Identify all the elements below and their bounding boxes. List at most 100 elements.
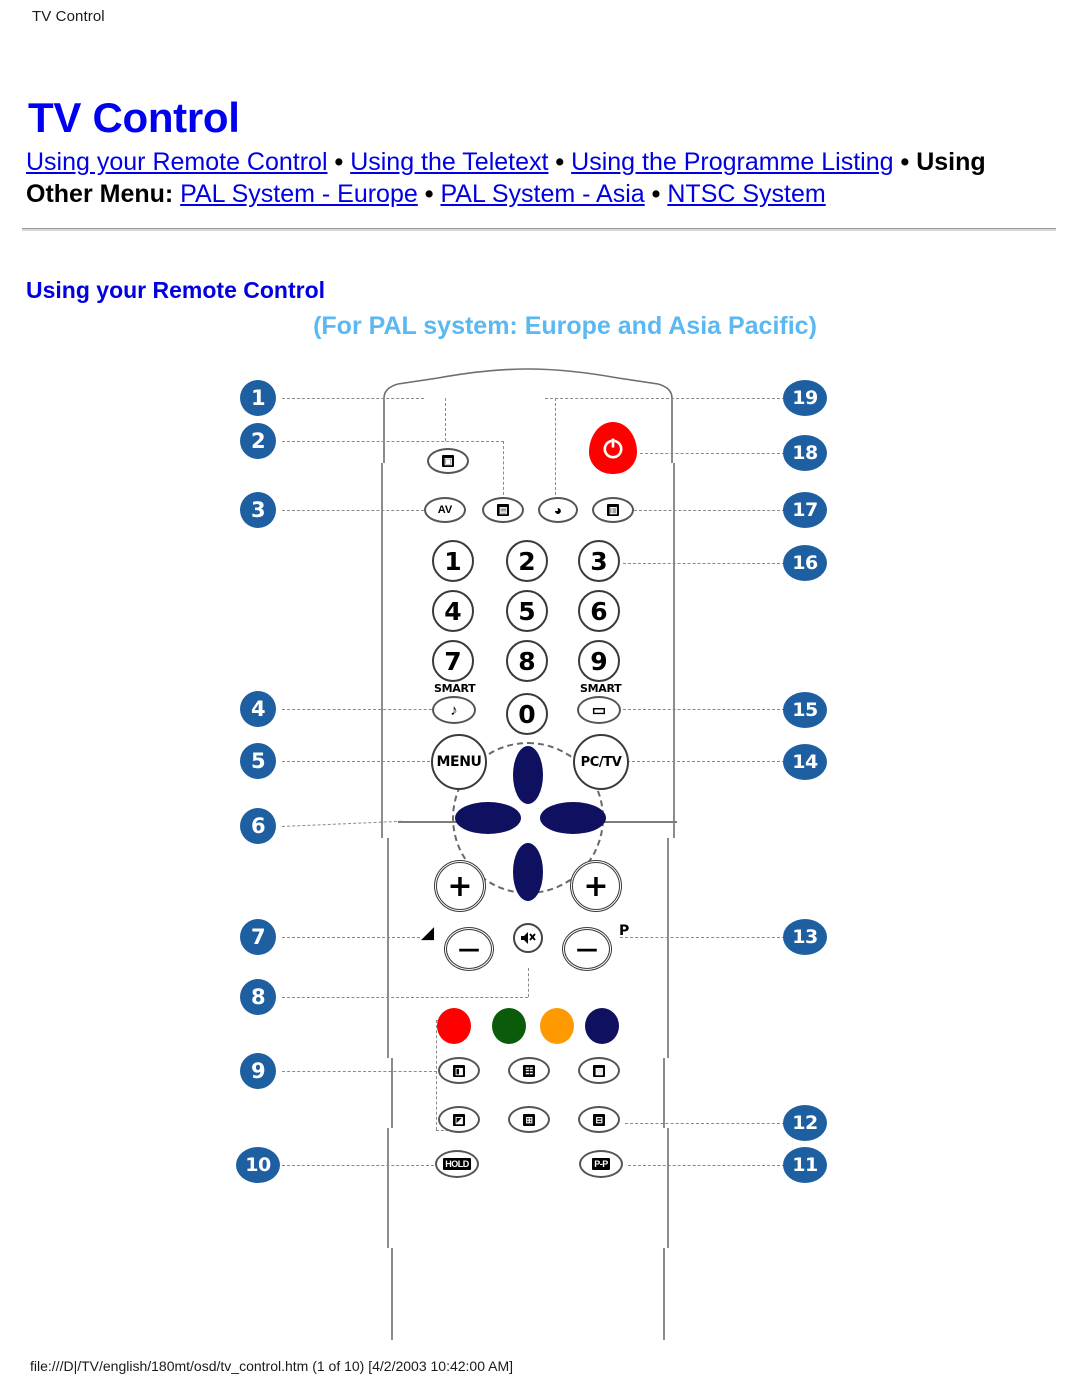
nav-link-teletext-anchor[interactable]: Using the Teletext bbox=[350, 148, 548, 176]
pctv-button[interactable]: PC/TV bbox=[573, 734, 629, 790]
power-button[interactable] bbox=[589, 422, 637, 474]
leader-line-10 bbox=[282, 1165, 434, 1166]
nav-link-remote-control-anchor[interactable]: Using your Remote Control bbox=[26, 148, 328, 176]
nav-separator: • bbox=[900, 148, 910, 176]
callout-badge-6[interactable]: 6 bbox=[240, 808, 276, 844]
av-label: AV bbox=[437, 504, 453, 516]
nav-down-button[interactable] bbox=[508, 843, 548, 906]
callout-badge-2[interactable]: 2 bbox=[240, 423, 276, 459]
callout-badge-14[interactable]: 14 bbox=[783, 744, 827, 780]
mute-button[interactable] bbox=[513, 923, 543, 953]
menu-button[interactable]: MENU bbox=[431, 734, 487, 790]
callout-badge-11[interactable]: 11 bbox=[783, 1147, 827, 1183]
nav-separator: • bbox=[334, 148, 344, 176]
leader-line-13 bbox=[620, 937, 785, 938]
callout-badge-17[interactable]: 17 bbox=[783, 492, 827, 528]
nav-separator: • bbox=[651, 180, 661, 208]
section-heading: Using your Remote Control bbox=[26, 277, 326, 304]
page-header-label: TV Control bbox=[32, 8, 105, 25]
callout-badge-10[interactable]: 10 bbox=[236, 1147, 280, 1183]
number-key-2[interactable]: 2 bbox=[506, 540, 548, 582]
callout-badge-5[interactable]: 5 bbox=[240, 743, 276, 779]
teletext-red-button[interactable] bbox=[437, 1008, 471, 1044]
teletext-page-button[interactable]: ⊟ bbox=[578, 1106, 620, 1133]
callout-badge-13[interactable]: 13 bbox=[783, 919, 827, 955]
subpage-icon: ☷ bbox=[523, 1064, 535, 1077]
leader-line-18 bbox=[640, 453, 785, 454]
nav-link-pal-asia-anchor[interactable]: PAL System - Asia bbox=[440, 180, 644, 208]
clock-button[interactable]: ◕ bbox=[538, 497, 578, 523]
nav-link-pal-asia[interactable]: PAL System - Asia bbox=[440, 180, 644, 208]
breadcrumb-nav: Using your Remote Control • Using the Te… bbox=[26, 146, 1056, 210]
number-key-6[interactable]: 6 bbox=[578, 590, 620, 632]
callout-badge-4[interactable]: 4 bbox=[240, 691, 276, 727]
smart-sound-label: SMART bbox=[434, 682, 476, 695]
callout-badge-7[interactable]: 7 bbox=[240, 919, 276, 955]
nav-link-pal-europe[interactable]: PAL System - Europe bbox=[180, 180, 418, 208]
number-key-0[interactable]: 0 bbox=[506, 693, 548, 735]
smart-picture-button[interactable]: ▭ bbox=[577, 696, 621, 724]
nav-link-programme-listing[interactable]: Using the Programme Listing bbox=[571, 148, 893, 176]
volume-down-button[interactable]: — bbox=[444, 927, 494, 971]
teletext-blue-button[interactable] bbox=[585, 1008, 619, 1044]
music-note-icon: ♪ bbox=[450, 701, 458, 719]
callout-badge-12[interactable]: 12 bbox=[783, 1105, 827, 1141]
page-icon: ⊟ bbox=[593, 1113, 605, 1126]
leader-line-12 bbox=[625, 1123, 785, 1124]
callout-badge-18[interactable]: 18 bbox=[783, 435, 827, 471]
smart-picture-label: SMART bbox=[580, 682, 622, 695]
callout-badge-15[interactable]: 15 bbox=[783, 692, 827, 728]
reveal-icon: ◨ bbox=[452, 1064, 465, 1077]
av-button[interactable]: AV bbox=[424, 497, 466, 523]
teletext-time-button[interactable]: ⊞ bbox=[508, 1106, 550, 1133]
page-title: TV Control bbox=[28, 94, 240, 142]
number-key-5[interactable]: 5 bbox=[506, 590, 548, 632]
pip-button[interactable]: P-P bbox=[579, 1150, 623, 1178]
callout-badge-16[interactable]: 16 bbox=[783, 545, 827, 581]
nav-link-programme-listing-anchor[interactable]: Using the Programme Listing bbox=[571, 148, 893, 176]
leader-line-19 bbox=[545, 398, 785, 399]
teletext-green-button[interactable] bbox=[492, 1008, 526, 1044]
smart-sound-button[interactable]: ♪ bbox=[432, 696, 476, 724]
leader-line-9-vert bbox=[436, 1020, 437, 1130]
pip-icon: P-P bbox=[592, 1158, 610, 1170]
volume-up-button[interactable]: + bbox=[434, 860, 486, 912]
teletext-reveal-button[interactable]: ◨ bbox=[438, 1057, 480, 1084]
callout-badge-9[interactable]: 9 bbox=[240, 1053, 276, 1089]
mute-icon bbox=[521, 932, 536, 944]
teletext-yellow-button[interactable] bbox=[540, 1008, 574, 1044]
nav-link-pal-europe-anchor[interactable]: PAL System - Europe bbox=[180, 180, 418, 208]
figure-subtitle: (For PAL system: Europe and Asia Pacific… bbox=[313, 312, 817, 340]
callout-badge-19[interactable]: 19 bbox=[783, 380, 827, 416]
teletext-button[interactable]: ▤ bbox=[482, 497, 524, 523]
program-up-button[interactable]: + bbox=[570, 860, 622, 912]
index-button[interactable]: ▥ bbox=[592, 497, 634, 523]
picture-format-button[interactable]: ▣ bbox=[427, 448, 469, 474]
nav-link-teletext[interactable]: Using the Teletext bbox=[350, 148, 548, 176]
hold-button[interactable]: HOLD bbox=[435, 1150, 479, 1178]
nav-link-remote-control[interactable]: Using your Remote Control bbox=[26, 148, 328, 176]
teletext-enlarge-button[interactable]: ◪ bbox=[438, 1106, 480, 1133]
nav-link-ntsc[interactable]: NTSC System bbox=[667, 180, 825, 208]
number-key-3[interactable]: 3 bbox=[578, 540, 620, 582]
hold-icon: HOLD bbox=[443, 1158, 471, 1170]
nav-link-ntsc-anchor[interactable]: NTSC System bbox=[667, 180, 825, 208]
number-key-7[interactable]: 7 bbox=[432, 640, 474, 682]
leader-line-9 bbox=[282, 1071, 437, 1072]
nav-right-button[interactable] bbox=[540, 798, 606, 843]
remote-control-figure: 1 2 3 4 5 6 7 8 9 10 19 18 17 16 15 14 1… bbox=[0, 360, 1080, 1340]
number-key-4[interactable]: 4 bbox=[432, 590, 474, 632]
nav-separator: • bbox=[555, 148, 565, 176]
callout-badge-8[interactable]: 8 bbox=[240, 979, 276, 1015]
program-down-button[interactable]: — bbox=[562, 927, 612, 971]
number-key-9[interactable]: 9 bbox=[578, 640, 620, 682]
number-key-8[interactable]: 8 bbox=[506, 640, 548, 682]
callout-badge-1[interactable]: 1 bbox=[240, 380, 276, 416]
nav-left-button[interactable] bbox=[455, 798, 521, 843]
leader-line-8-vert bbox=[528, 968, 529, 997]
leader-line-1 bbox=[282, 398, 424, 399]
teletext-subpage-button[interactable]: ☷ bbox=[508, 1057, 550, 1084]
teletext-subtitle-button[interactable]: ▩ bbox=[578, 1057, 620, 1084]
number-key-1[interactable]: 1 bbox=[432, 540, 474, 582]
callout-badge-3[interactable]: 3 bbox=[240, 492, 276, 528]
